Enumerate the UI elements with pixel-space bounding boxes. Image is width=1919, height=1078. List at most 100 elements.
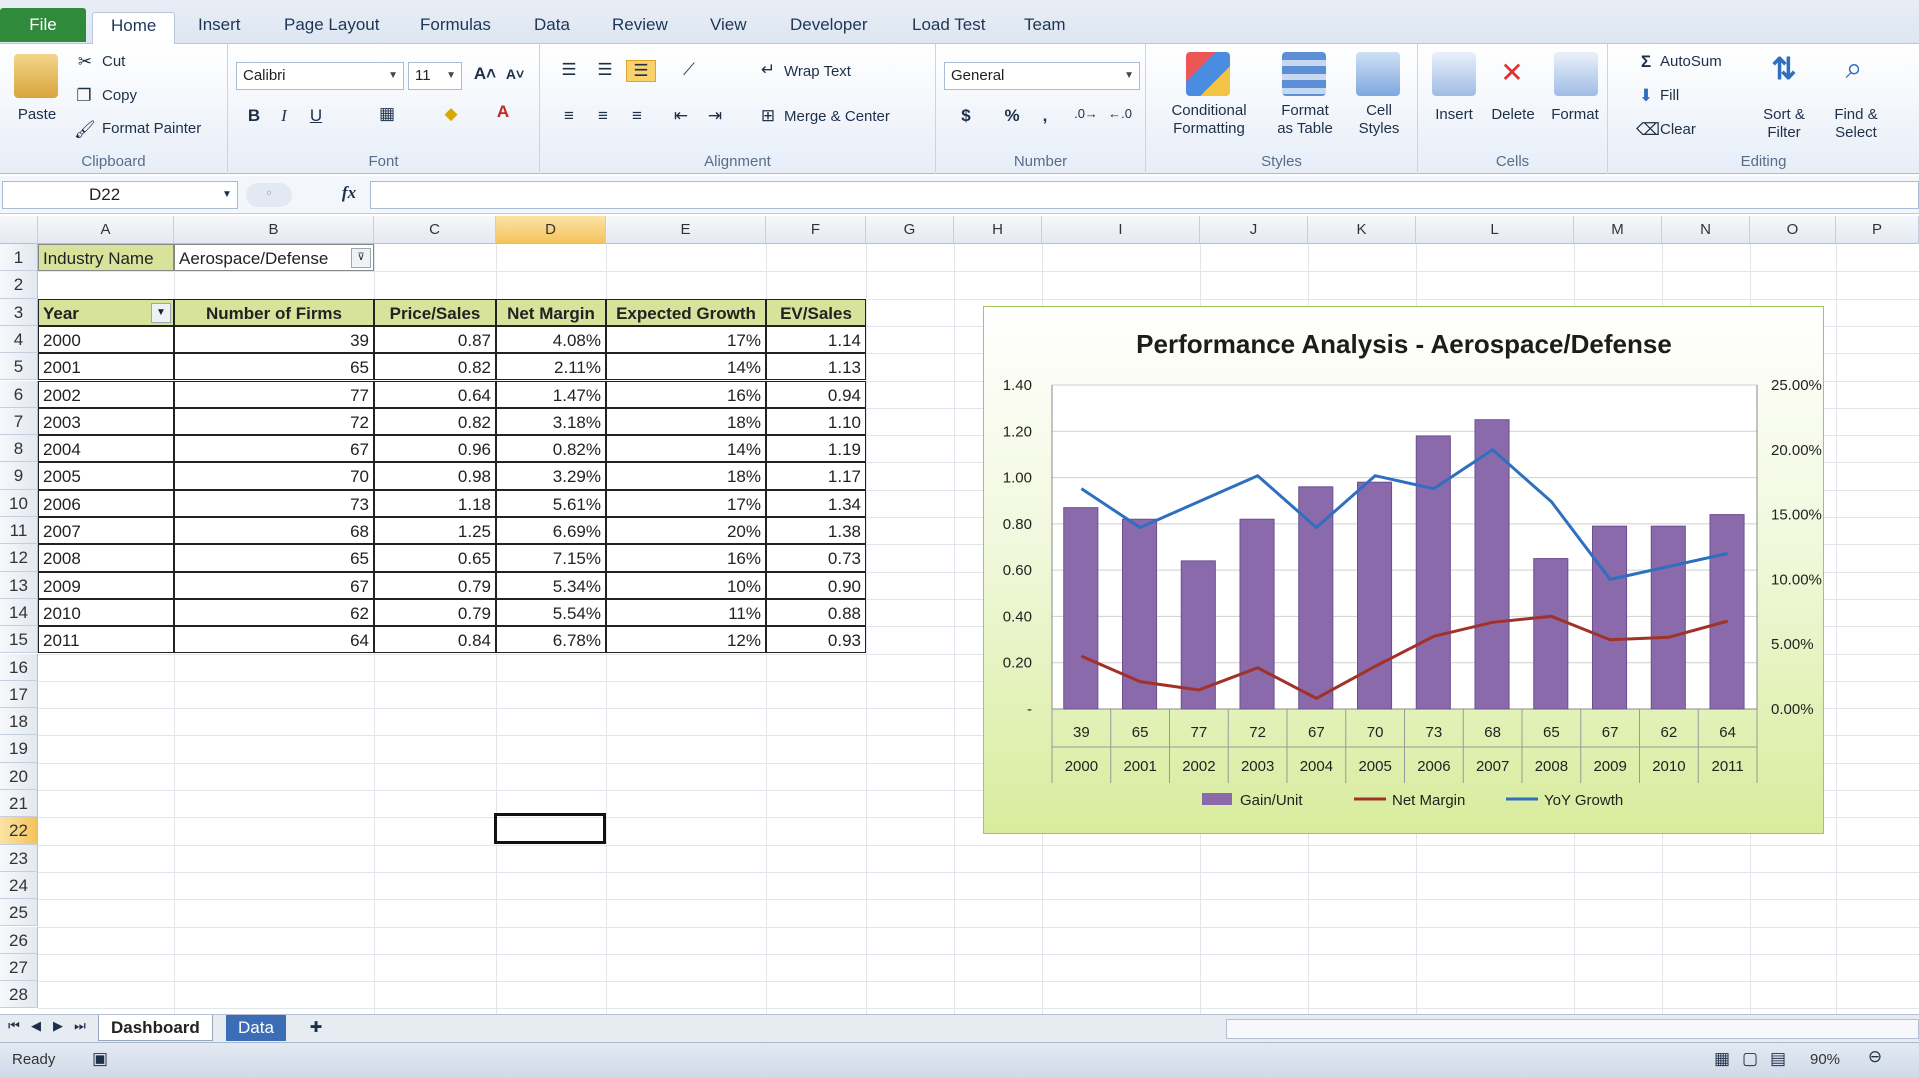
table-header-number-of-firms[interactable]: Number of Firms bbox=[174, 298, 374, 326]
table-cell[interactable]: 0.79 bbox=[374, 598, 496, 627]
delete-button[interactable]: Delete bbox=[1484, 106, 1542, 124]
table-cell[interactable]: 2000 bbox=[38, 325, 174, 354]
table-cell[interactable]: 0.79 bbox=[374, 571, 496, 599]
borders-icon[interactable]: ▦ bbox=[374, 104, 400, 124]
table-cell[interactable]: 1.18 bbox=[374, 489, 496, 517]
currency-button[interactable]: $ bbox=[954, 106, 978, 126]
column-header-g[interactable]: G bbox=[866, 216, 954, 244]
autosum-button[interactable]: AutoSum bbox=[1660, 53, 1722, 70]
sheet-tab-data[interactable]: Data bbox=[226, 1015, 286, 1041]
row-header[interactable]: 13 bbox=[0, 571, 38, 599]
row-header[interactable]: 23 bbox=[0, 844, 38, 872]
underline-button[interactable]: U bbox=[304, 106, 328, 126]
next-sheet-icon[interactable]: ▶ bbox=[48, 1018, 68, 1034]
tab-page-layout[interactable]: Page Layout bbox=[266, 12, 397, 44]
tab-file[interactable]: File bbox=[0, 8, 86, 42]
table-cell[interactable]: 2002 bbox=[38, 380, 174, 408]
table-cell[interactable]: 5.34% bbox=[496, 571, 606, 599]
row-header[interactable]: 28 bbox=[0, 981, 38, 1009]
table-cell[interactable]: 20% bbox=[606, 517, 766, 545]
table-cell[interactable]: 2005 bbox=[38, 462, 174, 490]
filter-icon[interactable]: ⊽ bbox=[351, 248, 371, 268]
column-header-e[interactable]: E bbox=[606, 216, 766, 244]
column-header-c[interactable]: C bbox=[374, 216, 496, 244]
table-cell[interactable]: 1.17 bbox=[766, 462, 866, 490]
percent-button[interactable]: % bbox=[1000, 106, 1024, 126]
grow-font-icon[interactable]: A˄ bbox=[472, 64, 498, 84]
chevron-down-icon[interactable]: ▼ bbox=[220, 189, 234, 200]
table-cell[interactable]: 64 bbox=[174, 626, 374, 654]
conditional-formatting-button[interactable]: Conditional Formatting bbox=[1154, 102, 1264, 138]
tab-team[interactable]: Team bbox=[1006, 12, 1084, 44]
fill-button[interactable]: Fill bbox=[1660, 87, 1679, 104]
row-header[interactable]: 6 bbox=[0, 380, 38, 408]
align-bottom-icon[interactable]: ☰ bbox=[626, 60, 656, 82]
table-cell[interactable]: 77 bbox=[174, 380, 374, 408]
formula-input[interactable] bbox=[370, 181, 1919, 209]
table-cell[interactable]: 2006 bbox=[38, 489, 174, 517]
merge-center-button[interactable]: Merge & Center bbox=[784, 108, 890, 125]
align-middle-icon[interactable]: ☰ bbox=[592, 60, 618, 80]
column-header-n[interactable]: N bbox=[1662, 216, 1750, 244]
performance-chart[interactable]: Performance Analysis - Aerospace/Defense… bbox=[983, 306, 1824, 834]
align-left-icon[interactable]: ≡ bbox=[556, 106, 582, 126]
tab-insert[interactable]: Insert bbox=[180, 12, 259, 44]
row-header[interactable]: 21 bbox=[0, 790, 38, 818]
table-cell[interactable]: 0.96 bbox=[374, 435, 496, 463]
table-cell[interactable]: 39 bbox=[174, 325, 374, 354]
row-header[interactable]: 1 bbox=[0, 244, 38, 272]
decrease-decimal-icon[interactable]: ←.0 bbox=[1106, 106, 1134, 121]
table-cell[interactable]: 1.34 bbox=[766, 489, 866, 517]
table-cell[interactable]: 0.64 bbox=[374, 380, 496, 408]
dropdown-arrow-icon[interactable]: ▼ bbox=[151, 302, 171, 323]
table-cell[interactable]: 65 bbox=[174, 353, 374, 381]
table-cell[interactable]: 65 bbox=[174, 544, 374, 572]
row-header[interactable]: 15 bbox=[0, 626, 38, 654]
align-top-icon[interactable]: ☰ bbox=[556, 60, 582, 80]
row-header[interactable]: 18 bbox=[0, 708, 38, 736]
first-sheet-icon[interactable]: ⏮ bbox=[4, 1018, 24, 1034]
format-button[interactable]: Format bbox=[1544, 106, 1606, 124]
orientation-icon[interactable]: ⟋ bbox=[674, 60, 704, 80]
table-cell[interactable]: 6.69% bbox=[496, 517, 606, 545]
table-cell[interactable]: 1.19 bbox=[766, 435, 866, 463]
table-cell[interactable]: 1.10 bbox=[766, 407, 866, 436]
column-header-h[interactable]: H bbox=[954, 216, 1042, 244]
row-header[interactable]: 12 bbox=[0, 544, 38, 572]
tab-developer[interactable]: Developer bbox=[772, 12, 886, 44]
table-header-year[interactable]: Year ▼ bbox=[38, 298, 174, 326]
table-header-ev-sales[interactable]: EV/Sales bbox=[766, 298, 866, 326]
macro-record-icon[interactable]: ▣ bbox=[88, 1049, 112, 1069]
table-cell[interactable]: 18% bbox=[606, 462, 766, 490]
tab-review[interactable]: Review bbox=[594, 12, 686, 44]
table-cell[interactable]: 0.65 bbox=[374, 544, 496, 572]
table-cell[interactable]: 3.29% bbox=[496, 462, 606, 490]
table-cell[interactable]: 18% bbox=[606, 407, 766, 436]
clear-button[interactable]: Clear bbox=[1660, 121, 1696, 138]
column-header-p[interactable]: P bbox=[1836, 216, 1919, 244]
table-cell[interactable]: 0.82 bbox=[374, 407, 496, 436]
table-cell[interactable]: 62 bbox=[174, 598, 374, 627]
table-cell[interactable]: 72 bbox=[174, 407, 374, 436]
align-center-icon[interactable]: ≡ bbox=[590, 106, 616, 126]
table-header-price-sales[interactable]: Price/Sales bbox=[374, 298, 496, 326]
column-header-d[interactable]: D bbox=[496, 216, 606, 244]
sort-filter-button[interactable]: Sort & Filter bbox=[1754, 106, 1814, 142]
wrap-text-button[interactable]: Wrap Text bbox=[784, 63, 851, 80]
table-cell[interactable]: 1.13 bbox=[766, 353, 866, 381]
align-right-icon[interactable]: ≡ bbox=[624, 106, 650, 126]
row-header[interactable]: 19 bbox=[0, 735, 38, 763]
table-cell[interactable]: 6.78% bbox=[496, 626, 606, 654]
table-cell[interactable]: 4.08% bbox=[496, 325, 606, 354]
table-cell[interactable]: 11% bbox=[606, 598, 766, 627]
row-header[interactable]: 27 bbox=[0, 953, 38, 982]
table-cell[interactable]: 16% bbox=[606, 380, 766, 408]
table-cell[interactable]: 0.82% bbox=[496, 435, 606, 463]
table-cell[interactable]: 2008 bbox=[38, 544, 174, 572]
increase-decimal-icon[interactable]: .0→ bbox=[1072, 106, 1100, 121]
table-cell[interactable]: 1.38 bbox=[766, 517, 866, 545]
column-header-k[interactable]: K bbox=[1308, 216, 1416, 244]
copy-button[interactable]: Copy bbox=[102, 87, 137, 104]
column-header-j[interactable]: J bbox=[1200, 216, 1308, 244]
table-cell[interactable]: 0.94 bbox=[766, 380, 866, 408]
